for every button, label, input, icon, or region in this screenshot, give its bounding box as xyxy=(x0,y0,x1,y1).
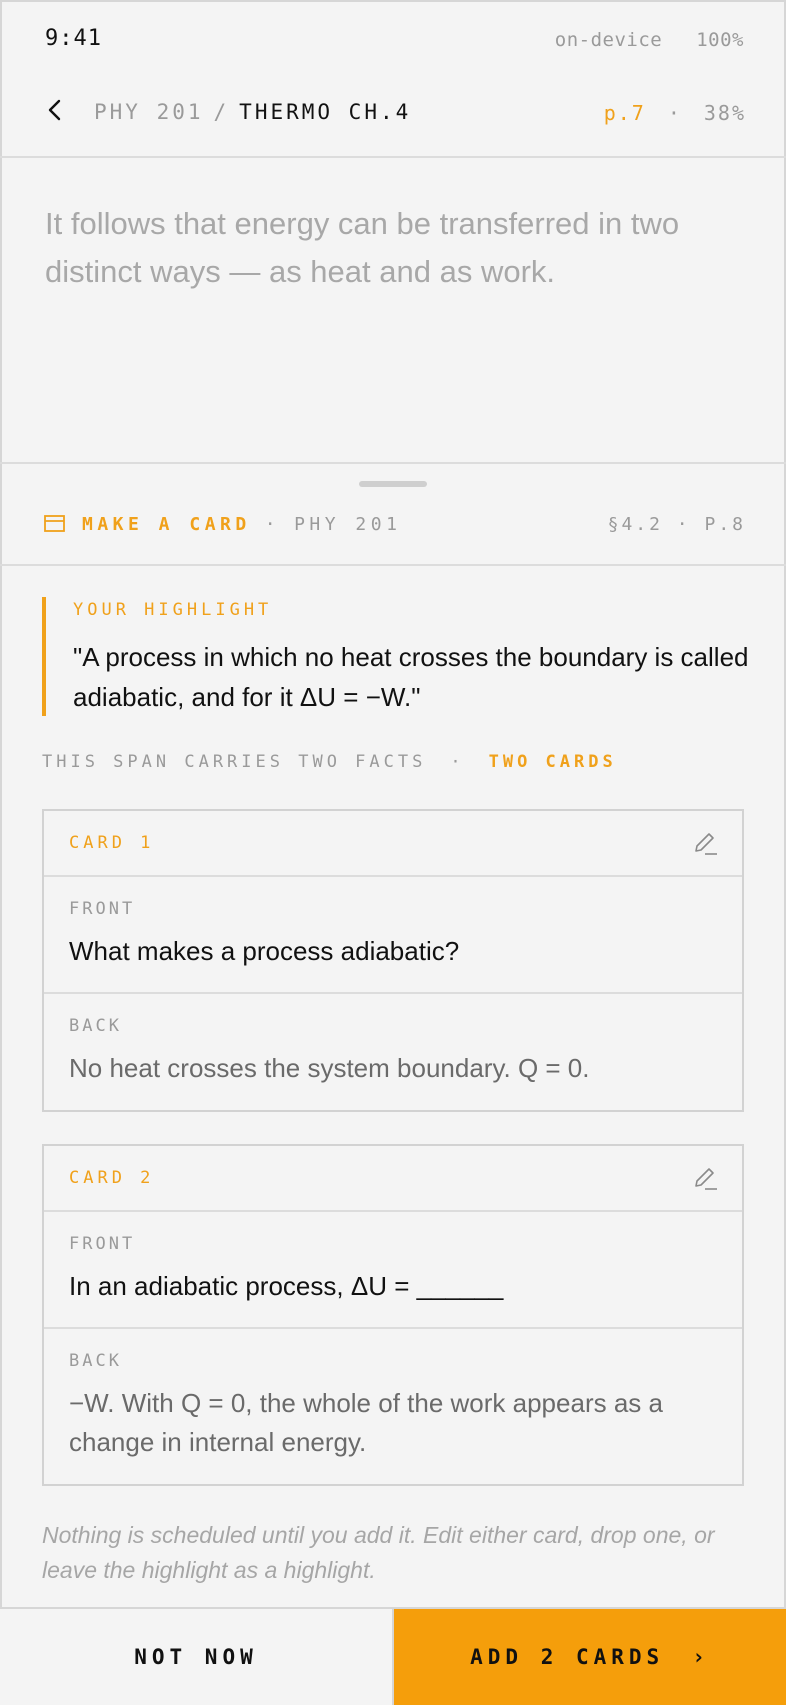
front-text: What makes a process adiabatic? xyxy=(69,936,460,966)
front-text: In an adiabatic process, ΔU = ______ xyxy=(69,1271,504,1301)
facts-summary: THIS SPAN CARRIES TWO FACTS · TWO CARDS xyxy=(42,752,617,772)
card-title: CARD 1 xyxy=(69,833,155,853)
breadcrumb[interactable]: PHY 201 / THERMO CH.4 xyxy=(94,100,411,124)
facts-count: TWO CARDS xyxy=(488,752,617,772)
highlight-block: YOUR HIGHLIGHT "A process in which no he… xyxy=(42,597,752,716)
current-page: p.7 xyxy=(603,101,646,125)
make-card-label: MAKE A CARD xyxy=(82,514,251,535)
status-right: on-device 100% xyxy=(555,29,744,51)
back-label: BACK xyxy=(69,1351,122,1371)
highlight-quote: "A process in which no heat crosses the … xyxy=(73,642,749,712)
facts-text: THIS SPAN CARRIES TWO FACTS xyxy=(42,752,427,772)
status-battery: 100% xyxy=(696,29,744,51)
breadcrumb-course: PHY 201 xyxy=(94,100,204,124)
front-label: FRONT xyxy=(69,899,136,919)
card-header: CARD 2 xyxy=(44,1146,742,1212)
sheet-course: PHY 201 xyxy=(294,514,402,535)
sheet-location: §4.2 · P.8 xyxy=(607,514,746,535)
schedule-note: Nothing is scheduled until you add it. E… xyxy=(42,1522,715,1583)
card-1: CARD 1 FRONT What makes a process adiaba… xyxy=(42,809,744,1112)
sheet-header: MAKE A CARD · PHY 201 §4.2 · P.8 xyxy=(0,504,786,566)
progress-percent: 38% xyxy=(703,101,746,125)
progress-dot: · xyxy=(667,101,682,125)
card-back[interactable]: BACK −W. With Q = 0, the whole of the wo… xyxy=(44,1329,742,1484)
highlight-label: YOUR HIGHLIGHT xyxy=(73,600,273,620)
add-cards-label: ADD 2 CARDS xyxy=(470,1645,665,1669)
nav-bar: PHY 201 / THERMO CH.4 p.7 · 38% xyxy=(0,84,786,158)
card-2: CARD 2 FRONT In an adiabatic process, ΔU… xyxy=(42,1144,744,1486)
card-back[interactable]: BACK No heat crosses the system boundary… xyxy=(44,994,742,1110)
back-text: No heat crosses the system boundary. Q =… xyxy=(69,1053,590,1083)
card-icon xyxy=(44,515,65,532)
breadcrumb-chapter: THERMO CH.4 xyxy=(239,100,412,124)
reading-text: It follows that energy can be transferre… xyxy=(45,206,680,289)
back-chevron-icon[interactable] xyxy=(44,98,68,122)
breadcrumb-separator: / xyxy=(213,100,230,124)
sheet-title-dot: · xyxy=(264,514,281,535)
add-cards-button[interactable]: ADD 2 CARDS › xyxy=(394,1609,786,1705)
sheet-drag-handle[interactable] xyxy=(359,481,427,487)
not-now-button[interactable]: NOT NOW xyxy=(0,1609,394,1705)
card-title: CARD 2 xyxy=(69,1168,155,1188)
status-mode: on-device xyxy=(554,29,663,51)
chevron-right-icon: › xyxy=(692,1645,710,1669)
edit-pencil-icon[interactable] xyxy=(692,1166,718,1192)
card-front[interactable]: FRONT In an adiabatic process, ΔU = ____… xyxy=(44,1212,742,1329)
action-bar: NOT NOW ADD 2 CARDS › xyxy=(0,1607,786,1705)
facts-dot: · xyxy=(450,752,465,772)
reading-progress: p.7 · 38% xyxy=(604,101,746,125)
card-header: CARD 1 xyxy=(44,811,742,877)
status-time: 9:41 xyxy=(45,26,102,51)
status-bar: 9:41 on-device 100% xyxy=(0,0,786,84)
back-text: −W. With Q = 0, the whole of the work ap… xyxy=(69,1388,663,1457)
reading-pane: It follows that energy can be transferre… xyxy=(0,158,786,464)
front-label: FRONT xyxy=(69,1234,136,1254)
card-front[interactable]: FRONT What makes a process adiabatic? xyxy=(44,877,742,994)
back-label: BACK xyxy=(69,1016,122,1036)
edit-pencil-icon[interactable] xyxy=(692,831,718,857)
sheet-title: MAKE A CARD · PHY 201 xyxy=(82,514,401,535)
